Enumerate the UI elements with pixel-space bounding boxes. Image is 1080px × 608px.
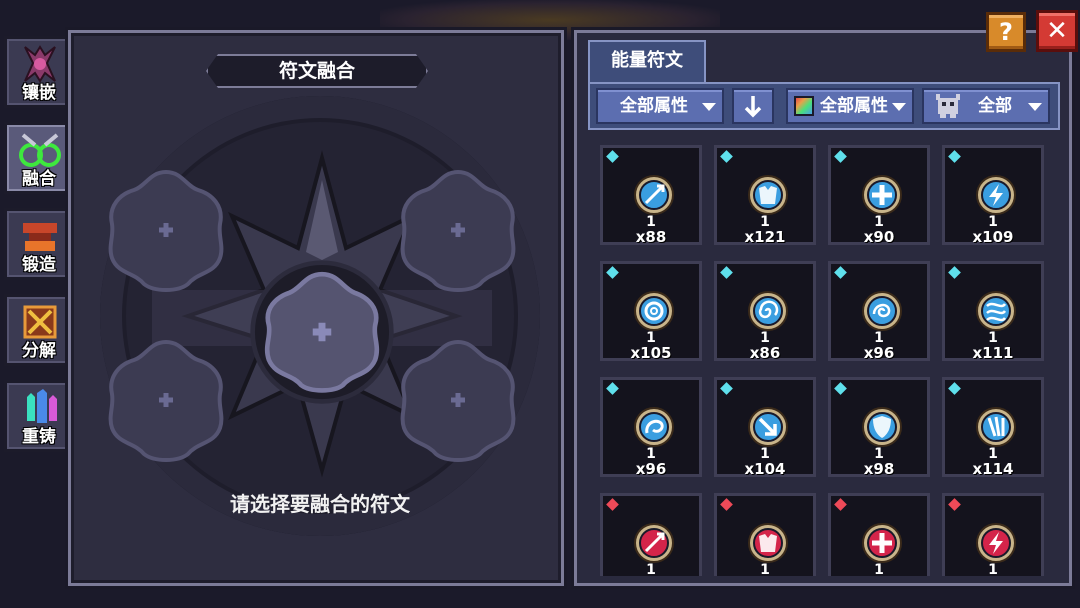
rune-item[interactable]: 1 x88 — [600, 145, 702, 246]
rune-count: x109 — [972, 228, 1014, 246]
sort-order-button[interactable] — [732, 88, 774, 124]
rarity-gem-icon — [948, 498, 961, 511]
attribute-filter-dropdown[interactable]: 全部属性 — [596, 88, 724, 124]
element-color-icon — [794, 96, 814, 116]
rune-item[interactable]: 1 — [600, 493, 702, 576]
rune-item[interactable]: 1 — [942, 493, 1044, 576]
element-filter-label: 全部属性 — [820, 96, 888, 116]
rune-item[interactable]: 1 x105 — [600, 261, 702, 362]
rarity-gem-icon — [834, 150, 847, 163]
side-tab-label: 镶嵌 — [22, 83, 56, 103]
rune-item[interactable]: 1 x90 — [828, 145, 930, 246]
fuse-hint-text: 请选择要融合的符文 — [230, 492, 410, 516]
rune-arrow-icon — [747, 406, 789, 448]
type-filter-dropdown[interactable]: 全部 — [922, 88, 1050, 124]
rarity-gem-icon — [834, 382, 847, 395]
rarity-gem-icon — [948, 382, 961, 395]
rune-item[interactable]: 1 x104 — [714, 377, 816, 478]
rune-spiral-icon — [747, 290, 789, 332]
side-tab-dismantle[interactable]: 分解 — [4, 294, 74, 366]
side-tab-label: 分解 — [22, 341, 56, 361]
monster-icon — [936, 94, 960, 118]
side-tab-label: 锻造 — [22, 255, 56, 275]
rune-count: x98 — [863, 460, 895, 478]
close-button[interactable]: ✕ — [1036, 10, 1078, 52]
rune-level: 1 — [874, 562, 884, 576]
fuse-slot-center[interactable] — [248, 258, 396, 406]
rarity-gem-icon — [606, 498, 619, 511]
rune-level: 1 — [646, 562, 656, 576]
rarity-gem-icon — [606, 150, 619, 163]
help-button[interactable]: ? — [986, 12, 1026, 52]
side-tab-inlay[interactable]: 镶嵌 — [4, 36, 74, 108]
element-filter-dropdown[interactable]: 全部属性 — [786, 88, 914, 124]
rune-count: x104 — [744, 460, 786, 478]
rune-armor-icon — [747, 174, 789, 216]
rune-sword-icon — [633, 522, 675, 564]
rune-count: x114 — [972, 460, 1014, 478]
fuse-slot-bottom-right[interactable] — [394, 336, 522, 464]
rune-item[interactable]: 1 — [714, 493, 816, 576]
rune-count: x86 — [749, 344, 781, 362]
chevron-down-icon — [702, 103, 716, 111]
rune-level: 1 — [988, 562, 998, 576]
rune-count: x111 — [972, 344, 1014, 362]
rune-armor-icon — [747, 522, 789, 564]
rune-claw-icon — [975, 406, 1017, 448]
rarity-gem-icon — [720, 266, 733, 279]
rarity-gem-icon — [720, 382, 733, 395]
rune-count: x121 — [744, 228, 786, 246]
side-tab-recast[interactable]: 重铸 — [4, 380, 74, 452]
rune-item[interactable]: 1 x109 — [942, 145, 1044, 246]
rune-ring-icon — [633, 290, 675, 332]
chevron-down-icon — [892, 103, 906, 111]
rune-item[interactable]: 1 x114 — [942, 377, 1044, 478]
rarity-gem-icon — [834, 266, 847, 279]
fuse-slot-top-right[interactable] — [394, 166, 522, 294]
rune-bolt-icon — [975, 522, 1017, 564]
rune-swirl-icon — [861, 290, 903, 332]
side-tab-label: 重铸 — [22, 427, 56, 447]
rune-item[interactable]: 1 x96 — [828, 261, 930, 362]
side-tab-forge[interactable]: 锻造 — [4, 208, 74, 280]
rune-bolt-icon — [975, 174, 1017, 216]
arrow-down-icon — [744, 96, 762, 118]
side-tab-fuse[interactable]: 融合 — [4, 122, 74, 194]
rune-count: x96 — [863, 344, 895, 362]
rune-hook-icon — [633, 406, 675, 448]
rarity-gem-icon — [606, 266, 619, 279]
rune-shield-icon — [861, 406, 903, 448]
tab-energy-runes[interactable]: 能量符文 — [588, 40, 706, 82]
rune-grid: 1 x88 1 x121 1 x90 1 x109 1 x105 1 x86 1 x96 1 x111 1 x96… — [588, 138, 1060, 576]
rarity-gem-icon — [834, 498, 847, 511]
rune-count: x105 — [630, 344, 672, 362]
type-filter-label: 全部 — [978, 96, 1012, 116]
rarity-gem-icon — [720, 150, 733, 163]
rune-cross-icon — [861, 174, 903, 216]
rune-item[interactable]: 1 x121 — [714, 145, 816, 246]
rune-cross-icon — [861, 522, 903, 564]
fuse-panel-title: 符文融合 — [206, 54, 428, 88]
rune-count: x96 — [635, 460, 667, 478]
rune-item[interactable]: 1 — [828, 493, 930, 576]
rarity-gem-icon — [948, 266, 961, 279]
rarity-gem-icon — [720, 498, 733, 511]
fuse-altar — [96, 140, 548, 480]
rune-count: x90 — [863, 228, 895, 246]
rune-item[interactable]: 1 x86 — [714, 261, 816, 362]
rune-sword-icon — [633, 174, 675, 216]
chevron-down-icon — [1028, 103, 1042, 111]
fuse-slot-top-left[interactable] — [102, 166, 230, 294]
side-tab-label: 融合 — [22, 169, 56, 189]
rune-level: 1 — [760, 562, 770, 576]
fuse-slot-bottom-left[interactable] — [102, 336, 230, 464]
rune-item[interactable]: 1 x111 — [942, 261, 1044, 362]
rune-count: x88 — [635, 228, 667, 246]
rune-item[interactable]: 1 x96 — [600, 377, 702, 478]
attribute-filter-label: 全部属性 — [620, 96, 688, 116]
rune-wave-icon — [975, 290, 1017, 332]
rarity-gem-icon — [606, 382, 619, 395]
rune-item[interactable]: 1 x98 — [828, 377, 930, 478]
rarity-gem-icon — [948, 150, 961, 163]
